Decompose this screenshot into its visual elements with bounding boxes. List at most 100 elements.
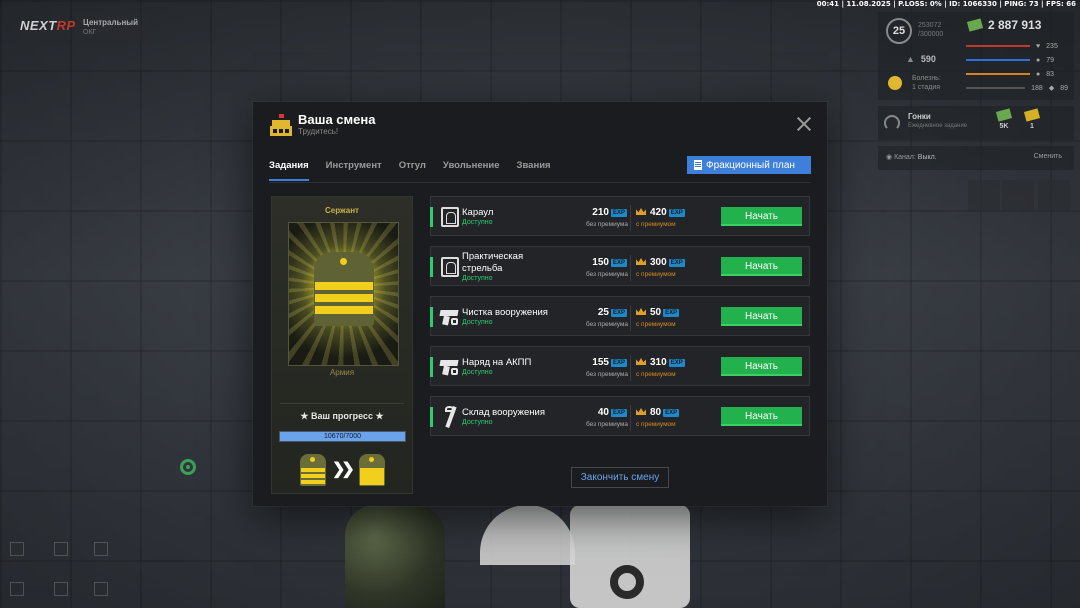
start-task-button[interactable]: Начать (721, 307, 802, 326)
coin-icon (1023, 108, 1041, 122)
crown-icon (636, 208, 646, 215)
stat-value: 235 (1046, 42, 1058, 50)
faction-plan-label: Фракционный план (706, 159, 795, 171)
faction-plan-button[interactable]: Фракционный план (687, 156, 811, 174)
task-name-line: Караул (462, 207, 494, 218)
exp-badge: EXP (668, 209, 685, 217)
task-premium-exp-value: 80 (650, 407, 662, 418)
task-row: Практическая стрельба Доступно 150 EXP без… (430, 246, 810, 286)
exp-badge: EXP (610, 409, 627, 417)
task-name-line: Наряд на АКПП (462, 357, 532, 368)
tabs-divider (269, 182, 811, 183)
exp-badge: EXP (610, 309, 627, 317)
exp-badge: EXP (610, 359, 627, 367)
location-panel: Центральный ОКГ (75, 13, 149, 43)
tab-day-off[interactable]: Отгул (399, 160, 426, 181)
money-value: 2 887 913 (988, 18, 1042, 32)
task-available-indicator (430, 357, 433, 377)
speedometer-icon (884, 115, 900, 131)
task-available-indicator (430, 307, 433, 327)
task-base-exp-value: 25 (597, 307, 609, 318)
top-info-bar: 00:41 | 11.08.2025 | P.LOSS: 0% | ID: 10… (816, 0, 1076, 8)
tab-tools[interactable]: Инструмент (326, 160, 382, 181)
task-premium-exp: 420 EXP (636, 207, 685, 218)
task-base-exp: 155 EXP (592, 357, 627, 368)
voice-channel-panel: ◉ Канал: Выкл. Сменить (878, 146, 1074, 170)
modal-title: Ваша смена (298, 112, 376, 127)
calendar-icon[interactable] (968, 180, 1000, 212)
task-name: Наряд на АКПП (462, 357, 531, 369)
exp-badge: EXP (610, 259, 627, 267)
target-icon (441, 207, 459, 227)
finish-shift-button[interactable]: Закончить смену (571, 467, 669, 488)
task-base-exp-value: 40 (597, 407, 609, 418)
cash-display: ▲ 590 (906, 54, 936, 64)
health-status: Болезнь: 1 стадия (888, 74, 941, 92)
task-base-exp-value: 155 (592, 357, 609, 368)
food-icon: ● (1036, 70, 1041, 78)
stat-value: 79 (1046, 56, 1055, 64)
start-task-button[interactable]: Начать (721, 207, 802, 226)
stat-value: 83 (1046, 70, 1055, 78)
document-icon (694, 160, 702, 170)
task-name: Чистка вооружения (462, 307, 548, 319)
rank-progress-text: 10670/7000 (324, 433, 361, 440)
task-name: Практическая стрельба (462, 251, 523, 275)
tab-ranks[interactable]: Звания (517, 160, 551, 181)
start-task-button[interactable]: Начать (721, 257, 802, 276)
task-available-indicator (430, 257, 433, 277)
rank-insignia-frame (288, 222, 399, 366)
task-status: Доступно (462, 369, 493, 376)
money-icon (966, 18, 984, 32)
task-name: Склад вооружения (462, 407, 545, 419)
task-row: Наряд на АКПП Доступно 155 EXP без премиу… (430, 346, 810, 386)
shift-modal: Ваша смена Трудитесь! Задания Инструмент… (253, 102, 827, 506)
tab-tasks[interactable]: Задания (269, 160, 309, 181)
location-name: Центральный (83, 18, 139, 27)
stat-bars: ♥ 235 ● 79 ● 83 188 ◆ 89 (966, 39, 1068, 95)
task-status: Доступно (462, 419, 493, 426)
start-task-button[interactable]: Начать (721, 407, 802, 426)
tab-dismissal[interactable]: Увольнение (443, 160, 500, 181)
with-premium-label: с премиумом (636, 271, 676, 278)
stat-bar-health: ♥ 235 (966, 39, 1068, 53)
reward-coin-value: 1 (1030, 123, 1034, 130)
level-badge: 25 (886, 18, 912, 44)
notification-bell-icon[interactable] (1038, 180, 1070, 212)
task-row: Чистка вооружения Доступно 25 EXP без пре… (430, 296, 810, 336)
rank-name: Сержант (325, 206, 359, 215)
task-premium-exp-value: 420 (650, 207, 667, 218)
no-premium-label: без премиума (585, 421, 628, 428)
logo-right: RP (56, 18, 76, 33)
status-label: Болезнь: (911, 75, 941, 82)
stat-bar-armor: 188 ◆ 89 (966, 81, 1068, 95)
task-name: Караул (462, 207, 493, 219)
hotkeys-panel (8, 530, 128, 600)
rank-divider (280, 403, 404, 404)
exp-divider (630, 255, 631, 281)
exp-badge: EXP (668, 359, 685, 367)
close-icon[interactable] (797, 117, 811, 131)
status-value: 1 стадия (911, 84, 941, 91)
start-task-button[interactable]: Начать (721, 357, 802, 376)
no-premium-label: без премиума (585, 321, 628, 328)
gun-icon (439, 358, 460, 376)
phone-icon[interactable] (1002, 180, 1034, 212)
with-premium-label: с премиумом (636, 321, 676, 328)
modal-subtitle: Трудитесь! (298, 127, 339, 136)
task-base-exp: 210 EXP (592, 207, 627, 218)
xp-current: 253072 (918, 22, 942, 29)
rank-branch: Армия (329, 368, 355, 377)
channel-change-button[interactable]: Сменить (1034, 153, 1062, 160)
no-premium-label: без премиума (585, 371, 628, 378)
gun-icon (439, 308, 460, 326)
task-premium-exp-value: 300 (650, 257, 667, 268)
crown-icon (636, 408, 646, 415)
task-base-exp: 150 EXP (592, 257, 627, 268)
hud-quick-icons (968, 180, 1074, 212)
daily-task-panel[interactable]: Гонки Ежедневное задание 5K 1 (878, 106, 1074, 140)
modal-tabs: Задания Инструмент Отгул Увольнение Зван… (269, 160, 551, 181)
task-premium-exp: 310 EXP (636, 357, 685, 368)
stat-value: 89 (1060, 84, 1068, 92)
task-premium-exp-value: 310 (650, 357, 667, 368)
